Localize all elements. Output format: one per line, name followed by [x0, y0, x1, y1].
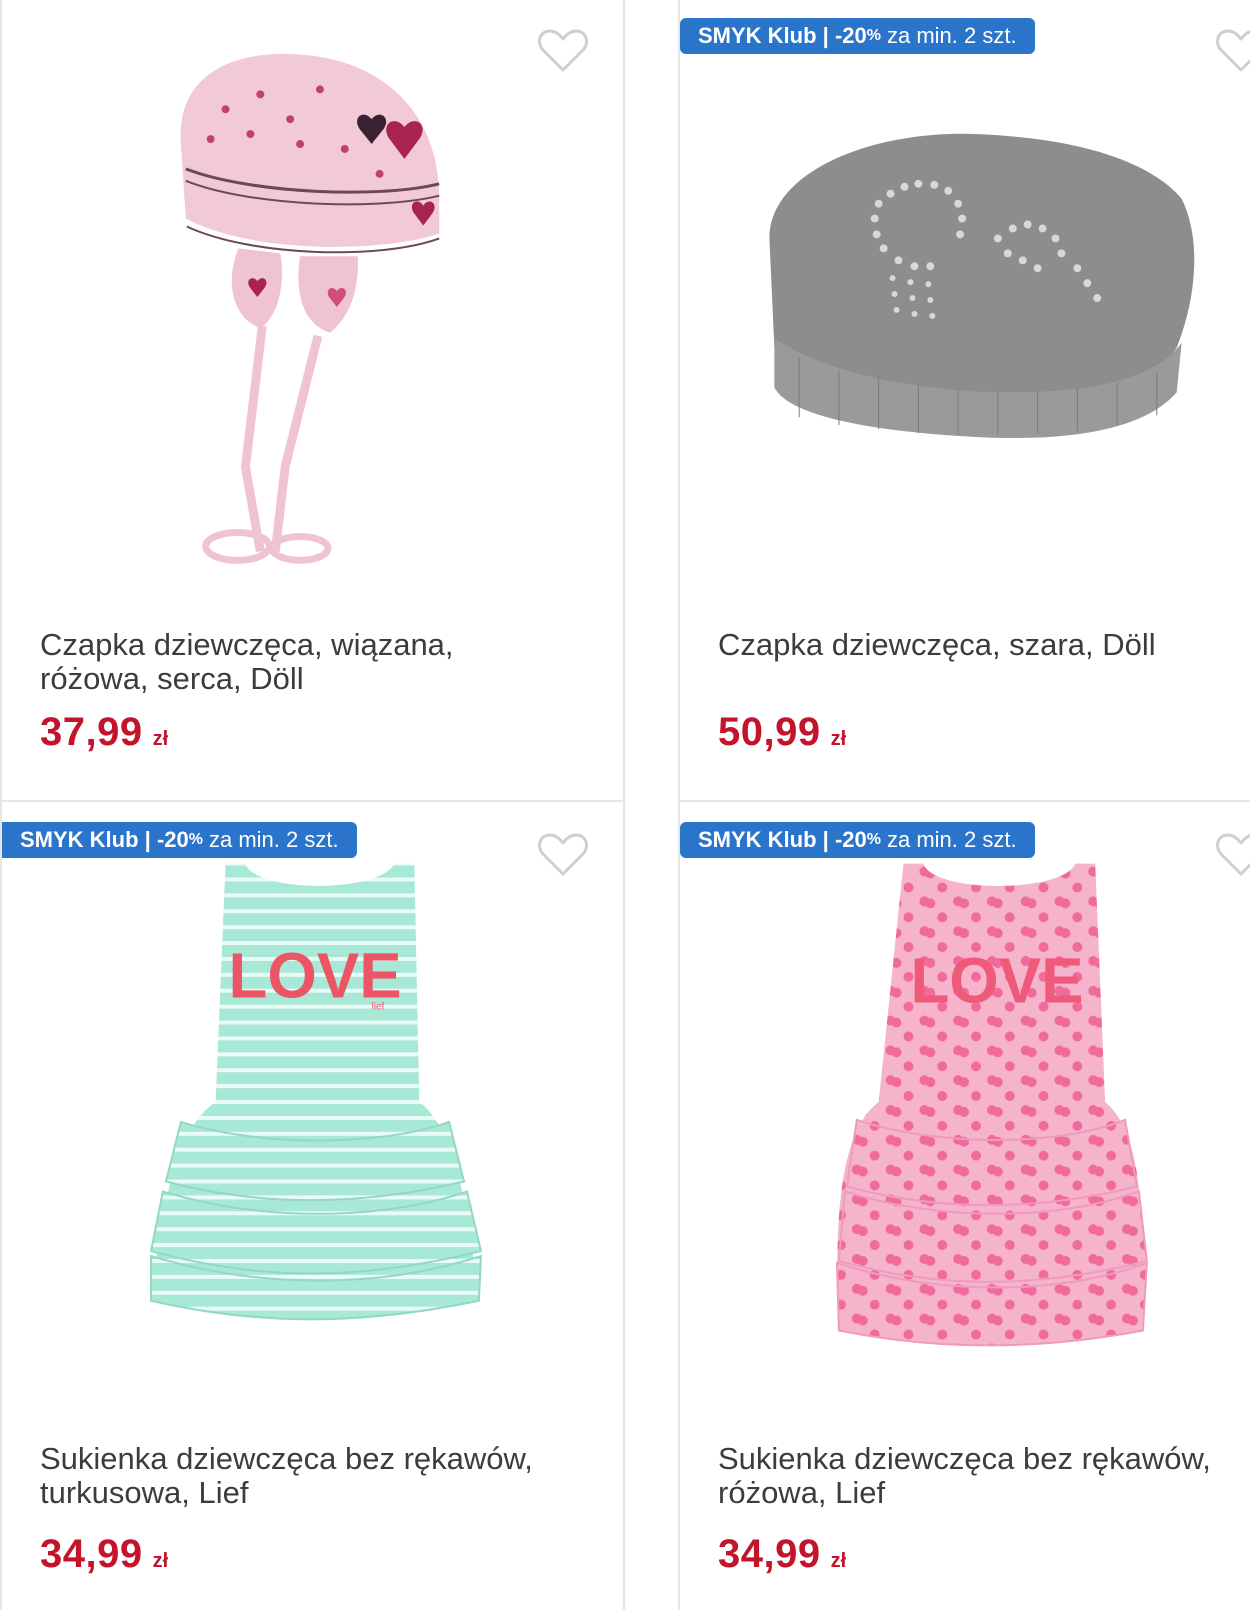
price-amount: 50,99 — [718, 710, 821, 754]
product-price: 34,99 zł — [40, 1532, 168, 1577]
heart-outline-icon[interactable] — [1215, 28, 1250, 74]
product-card[interactable]: Czapka dziewczęca, wiązana, różowa, serc… — [0, 0, 625, 804]
product-image[interactable] — [680, 0, 1250, 608]
svg-text:lief: lief — [372, 1002, 385, 1013]
badge-discount: -20 — [834, 23, 867, 48]
heart-outline-icon[interactable] — [1215, 832, 1250, 878]
badge-separator: | — [816, 827, 835, 852]
badge-discount: -20 — [156, 827, 189, 852]
badge-text: za min. 2 szt. — [208, 827, 339, 852]
badge-percent: % — [866, 27, 881, 44]
badge-text: za min. 2 szt. — [886, 23, 1017, 48]
product-title[interactable]: Sukienka dziewczęca bez rękawów, różowa,… — [718, 1442, 1250, 1510]
price-currency: zł — [830, 728, 847, 750]
price-amount: 34,99 — [40, 1532, 143, 1576]
badge-percent: % — [866, 831, 881, 848]
badge-separator: | — [138, 827, 157, 852]
badge-text: za min. 2 szt. — [886, 827, 1017, 852]
badge-brand: SMYK Klub — [698, 827, 817, 852]
product-title[interactable]: Sukienka dziewczęca bez rękawów, turkuso… — [40, 1442, 600, 1510]
product-price: 50,99 zł — [718, 710, 846, 755]
badge-percent: % — [188, 831, 203, 848]
product-grid: Czapka dziewczęca, wiązana, różowa, serc… — [0, 0, 1250, 1610]
badge-brand: SMYK Klub — [20, 827, 139, 852]
price-amount: 34,99 — [718, 1532, 821, 1576]
product-card[interactable]: SMYK Klub | -20 % za min. 2 szt. Czapka … — [678, 0, 1250, 804]
product-title[interactable]: Czapka dziewczęca, wiązana, różowa, serc… — [40, 628, 600, 696]
heart-outline-icon[interactable] — [537, 832, 589, 878]
badge-separator: | — [816, 23, 835, 48]
price-currency: zł — [830, 1550, 847, 1572]
promo-badge: SMYK Klub | -20 % za min. 2 szt. — [680, 822, 1035, 858]
badge-discount: -20 — [834, 827, 867, 852]
price-amount: 37,99 — [40, 710, 143, 754]
product-card[interactable]: SMYK Klub | -20 % za min. 2 szt. LOVE li… — [0, 800, 625, 1610]
product-price: 34,99 zł — [718, 1532, 846, 1577]
badge-brand: SMYK Klub — [698, 23, 817, 48]
price-currency: zł — [152, 1550, 169, 1572]
product-image[interactable] — [2, 0, 623, 608]
product-title[interactable]: Czapka dziewczęca, szara, Döll — [718, 628, 1250, 662]
promo-badge: SMYK Klub | -20 % za min. 2 szt. — [2, 822, 357, 858]
product-card[interactable]: SMYK Klub | -20 % za min. 2 szt. LOVE Su… — [678, 800, 1250, 1610]
price-currency: zł — [152, 728, 169, 750]
product-image[interactable]: LOVE — [680, 802, 1250, 1412]
product-image[interactable]: LOVE lief — [2, 802, 623, 1412]
promo-badge: SMYK Klub | -20 % za min. 2 szt. — [680, 18, 1035, 54]
product-price: 37,99 zł — [40, 710, 168, 755]
svg-text:LOVE: LOVE — [910, 946, 1083, 1017]
heart-outline-icon[interactable] — [537, 28, 589, 74]
